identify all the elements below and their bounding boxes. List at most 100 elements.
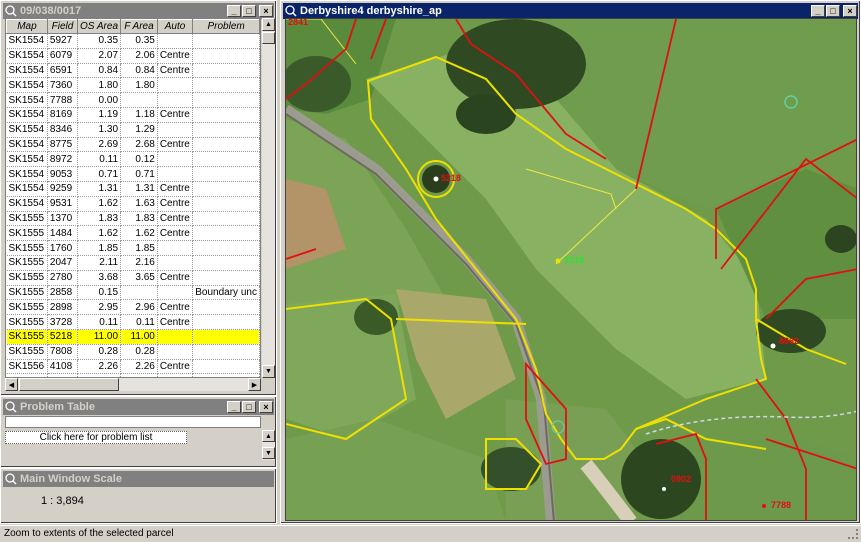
table-row[interactable]: SK1554 5927 0.35 0.35 — [6, 33, 260, 49]
table-row[interactable]: SK1554 6079 2.07 2.06 Centre — [6, 48, 260, 64]
column-header[interactable]: Map — [6, 19, 48, 34]
table-cell: 0.12 — [120, 151, 158, 168]
table-row[interactable]: SK1555 2780 3.68 3.65 Centre — [6, 270, 260, 286]
table-cell: Boundary unc — [192, 285, 260, 301]
problem-table-titlebar[interactable]: Problem Table _ □ × — [3, 399, 274, 415]
table-row[interactable]: SK1554 8346 1.30 1.29 — [6, 122, 260, 138]
table-cell — [192, 359, 260, 375]
problem-list-button[interactable]: Click here for problem list — [5, 431, 187, 444]
maximize-icon[interactable]: □ — [242, 5, 256, 17]
table-horizontal-scrollbar[interactable]: ◀ ▶ — [5, 378, 261, 391]
parcel-table[interactable]: Map Field OS Area F Area Auto Problem SK1554 5… — [5, 18, 261, 378]
table-row[interactable]: SK1555 5218 11.00 11.00 — [6, 329, 260, 345]
table-cell: 2780 — [47, 270, 79, 286]
table-cell: 2.69 — [77, 137, 122, 153]
table-header-row: Map Field OS Area F Area Auto Problem — [6, 19, 260, 34]
table-cell — [192, 151, 260, 168]
column-header[interactable]: Field — [46, 19, 79, 34]
table-cell: SK1555 — [6, 314, 48, 330]
table-cell: 8972 — [47, 151, 79, 168]
table-cell: SK1554 — [6, 181, 48, 197]
table-cell: 0.84 — [120, 63, 158, 79]
aerial-map-canvas[interactable]: 5218 5218 8662 7788 2841 0902 — [286, 19, 857, 521]
table-row[interactable]: SK1556 4108 2.26 2.26 Centre — [6, 359, 260, 375]
close-icon[interactable]: × — [259, 5, 273, 17]
table-row[interactable]: SK1554 9053 0.71 0.71 — [6, 166, 260, 182]
parcel-table-window: 09/038/0017 _ □ × Map Field OS Area F Area A… — [0, 0, 277, 396]
minimize-icon[interactable]: _ — [227, 401, 241, 413]
table-cell: 0.15 — [77, 285, 122, 301]
column-header[interactable]: Problem — [192, 19, 260, 34]
scroll-up-icon[interactable]: ▲ — [262, 18, 275, 31]
table-row[interactable]: SK1554 6591 0.84 0.84 Centre — [6, 63, 260, 79]
scroll-right-icon[interactable]: ▶ — [248, 378, 261, 391]
table-row[interactable]: SK1554 8169 1.19 1.18 Centre — [6, 107, 260, 123]
hscroll-thumb[interactable] — [19, 378, 119, 391]
table-cell — [192, 240, 260, 256]
close-icon[interactable]: × — [259, 401, 273, 413]
parcel-table-titlebar[interactable]: 09/038/0017 _ □ × — [3, 3, 274, 19]
table-row[interactable]: SK1554 8972 0.11 0.12 — [6, 151, 260, 168]
problem-vertical-scrollbar[interactable]: ▲ ▼ — [262, 430, 275, 460]
minimize-icon[interactable]: _ — [811, 5, 825, 17]
table-cell: Centre — [157, 107, 194, 123]
maximize-icon[interactable]: □ — [826, 5, 840, 17]
table-row[interactable]: SK1554 7788 0.00 — [6, 92, 260, 108]
table-cell: 7788 — [47, 92, 79, 108]
table-cell: SK1554 — [6, 137, 48, 153]
aerial-map-view[interactable]: 5218 5218 8662 7788 2841 0902 — [285, 18, 857, 521]
table-cell: Centre — [157, 211, 194, 227]
table-row[interactable]: SK1555 3728 0.11 0.11 Centre — [6, 314, 260, 330]
table-cell — [192, 63, 260, 79]
scale-titlebar[interactable]: Main Window Scale — [3, 471, 274, 487]
table-cell: SK1555 — [6, 344, 48, 360]
scroll-down-icon[interactable]: ▼ — [262, 447, 275, 459]
table-cell: Centre — [157, 48, 194, 64]
table-row[interactable]: SK1555 2858 0.15 Boundary unc — [6, 285, 260, 301]
table-cell — [192, 181, 260, 197]
problem-list-field[interactable] — [5, 416, 261, 428]
table-row[interactable]: SK1555 7808 0.28 0.28 — [6, 344, 260, 360]
scroll-down-icon[interactable]: ▼ — [262, 365, 275, 378]
minimize-icon[interactable]: _ — [227, 5, 241, 17]
column-header[interactable]: F Area — [120, 19, 158, 34]
table-row[interactable]: SK1555 2047 2.11 2.16 — [6, 255, 260, 271]
table-row[interactable]: SK1555 1760 1.85 1.85 — [6, 240, 260, 256]
table-row[interactable]: SK1554 9531 1.62 1.63 Centre — [6, 196, 260, 212]
table-cell: 2.68 — [120, 137, 158, 153]
table-row[interactable]: SK1555 1484 1.62 1.62 Centre — [6, 225, 260, 242]
table-cell: Centre — [157, 314, 194, 330]
table-cell: SK1554 — [6, 196, 48, 212]
table-cell: SK1554 — [6, 122, 48, 138]
table-cell: 11.00 — [77, 329, 122, 345]
table-row[interactable]: SK1554 9259 1.31 1.31 Centre — [6, 181, 260, 197]
column-header[interactable]: OS Area — [77, 19, 122, 34]
table-cell: 1.85 — [77, 240, 122, 256]
column-header[interactable]: Auto — [156, 19, 194, 34]
table-row[interactable]: SK1555 2898 2.95 2.96 Centre — [6, 299, 260, 316]
table-cell: Centre — [157, 359, 194, 375]
scroll-left-icon[interactable]: ◀ — [5, 378, 18, 391]
table-cell: Centre — [157, 63, 194, 79]
table-cell: 1.62 — [120, 225, 158, 242]
status-bar: Zoom to extents of the selected parcel — [0, 525, 861, 542]
map-titlebar[interactable]: Derbyshire4 derbyshire_ap _ □ × — [283, 3, 858, 19]
table-cell: 5927 — [47, 33, 79, 49]
scroll-thumb[interactable] — [262, 32, 275, 44]
scroll-up-icon[interactable]: ▲ — [262, 430, 275, 442]
table-vertical-scrollbar[interactable]: ▲ ▼ — [262, 18, 275, 378]
resize-grip-icon[interactable] — [848, 529, 858, 539]
table-cell — [192, 299, 260, 316]
table-cell: 0.28 — [120, 344, 158, 360]
maximize-icon[interactable]: □ — [242, 401, 256, 413]
table-cell: 4108 — [47, 359, 79, 375]
table-cell — [157, 240, 194, 256]
table-cell: 1.18 — [120, 107, 158, 123]
table-cell — [157, 33, 194, 49]
table-row[interactable]: SK1555 1370 1.83 1.83 Centre — [6, 211, 260, 227]
table-cell: 0.11 — [77, 314, 122, 330]
parcel-label: 5218 — [441, 173, 461, 183]
table-row[interactable]: SK1554 7360 1.80 1.80 — [6, 77, 260, 94]
table-row[interactable]: SK1554 8775 2.69 2.68 Centre — [6, 137, 260, 153]
close-icon[interactable]: × — [843, 5, 857, 17]
